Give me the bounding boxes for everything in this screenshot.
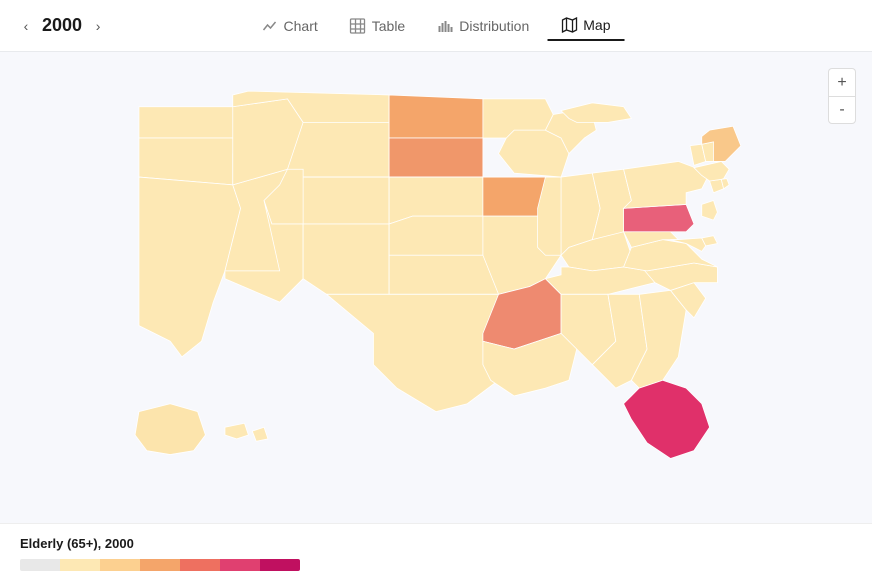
- state-hi2[interactable]: [252, 427, 268, 441]
- map-icon: [561, 17, 577, 33]
- legend: Elderly (65+), 2000: [0, 523, 872, 581]
- state-mi-upper[interactable]: [561, 103, 631, 123]
- state-tx[interactable]: [327, 294, 507, 411]
- state-ok[interactable]: [389, 255, 498, 294]
- legend-title: Elderly (65+), 2000: [20, 536, 852, 551]
- legend-segment-2: [60, 559, 100, 571]
- state-hi[interactable]: [225, 423, 248, 439]
- state-sd[interactable]: [389, 138, 483, 177]
- year-back-button[interactable]: ‹: [16, 16, 36, 36]
- state-fl[interactable]: [624, 380, 710, 458]
- view-tabs: Chart Table: [248, 11, 625, 41]
- state-ca[interactable]: [139, 177, 241, 357]
- legend-segment-4: [140, 559, 180, 571]
- year-navigation: ‹ 2000 ›: [16, 15, 108, 36]
- zoom-out-button[interactable]: -: [828, 96, 856, 124]
- tab-distribution[interactable]: Distribution: [423, 12, 543, 40]
- usa-map: [0, 52, 872, 521]
- legend-segment-3: [100, 559, 140, 571]
- tab-map[interactable]: Map: [547, 11, 624, 41]
- year-forward-button[interactable]: ›: [88, 16, 108, 36]
- state-nm[interactable]: [303, 224, 389, 294]
- state-co[interactable]: [303, 177, 389, 224]
- distribution-icon: [437, 18, 453, 34]
- tab-table[interactable]: Table: [336, 12, 419, 40]
- state-nd[interactable]: [389, 95, 483, 138]
- legend-segment-1: [20, 559, 60, 571]
- state-ks[interactable]: [389, 216, 483, 255]
- year-label: 2000: [42, 15, 82, 36]
- state-ak[interactable]: [135, 404, 205, 455]
- toolbar: ‹ 2000 › Chart Tab: [0, 0, 872, 52]
- legend-segment-6: [220, 559, 260, 571]
- state-pa[interactable]: [624, 204, 694, 231]
- state-nj[interactable]: [702, 201, 718, 221]
- state-tn[interactable]: [545, 267, 654, 294]
- chart-icon: [262, 18, 278, 34]
- legend-segment-7: [260, 559, 300, 571]
- tab-chart[interactable]: Chart: [248, 12, 332, 40]
- map-svg: [0, 52, 872, 521]
- zoom-controls: + -: [828, 68, 856, 124]
- map-container: + -: [0, 52, 872, 581]
- table-icon: [350, 18, 366, 34]
- state-wi[interactable]: [499, 130, 569, 177]
- zoom-in-button[interactable]: +: [828, 68, 856, 96]
- legend-segment-5: [180, 559, 220, 571]
- legend-color-bar: [20, 559, 300, 571]
